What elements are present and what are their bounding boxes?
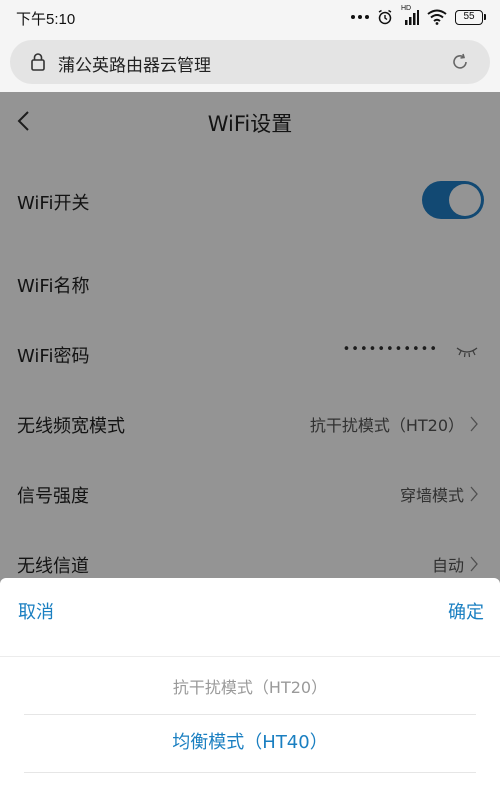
status-icons: HD 55 xyxy=(351,5,486,26)
status-bar: 下午5:10 HD 55 xyxy=(0,0,500,34)
lock-icon xyxy=(31,53,45,71)
battery-level: 55 xyxy=(455,9,483,25)
browser-toolbar: 蒲公英路由器云管理 xyxy=(0,34,500,92)
alarm-clock-icon xyxy=(378,9,392,25)
battery-icon: 55 xyxy=(455,9,486,25)
cellular-signal-icon: HD xyxy=(401,5,419,25)
selection-line-bottom xyxy=(24,772,476,773)
more-dots-icon xyxy=(351,15,369,19)
wifi-icon xyxy=(427,9,447,25)
picker-option-ht20[interactable]: 抗干扰模式（HT20） xyxy=(0,674,500,698)
divider xyxy=(0,656,500,657)
bandwidth-picker-sheet: 取消 确定 抗干扰模式（HT20） 均衡模式（HT40） xyxy=(0,578,500,800)
reload-icon[interactable] xyxy=(450,52,470,72)
page-title-url[interactable]: 蒲公英路由器云管理 xyxy=(58,51,211,76)
selection-line-top xyxy=(24,714,476,715)
status-time: 下午5:10 xyxy=(16,11,76,28)
address-bar[interactable]: 蒲公英路由器云管理 xyxy=(10,40,490,84)
cancel-button[interactable]: 取消 xyxy=(18,598,54,624)
picker-option-ht40[interactable]: 均衡模式（HT40） xyxy=(0,728,500,754)
confirm-button[interactable]: 确定 xyxy=(448,598,484,624)
